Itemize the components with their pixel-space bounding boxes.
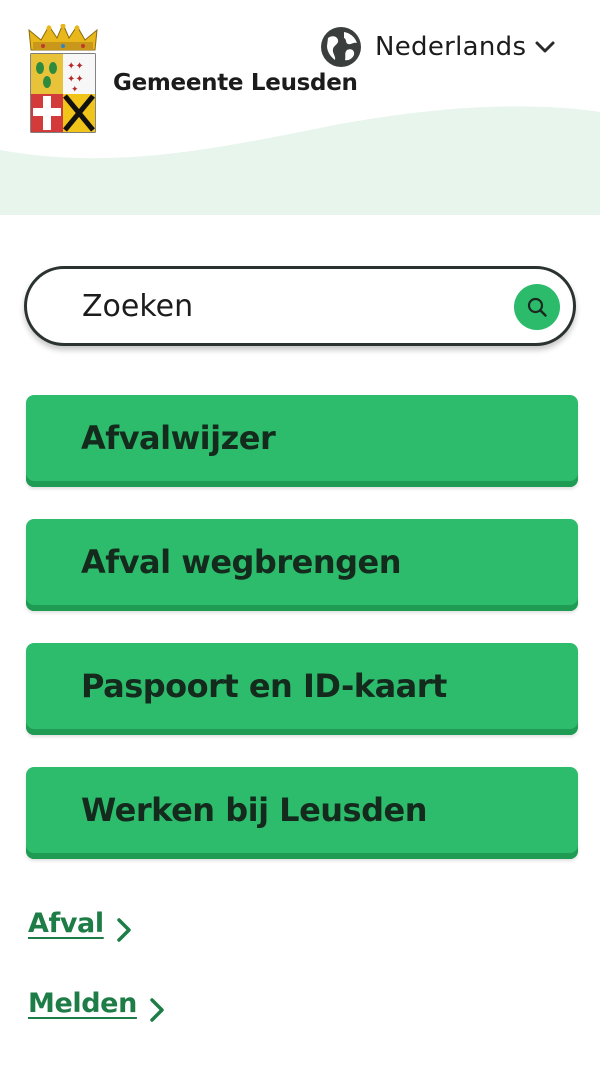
language-selector[interactable]: Nederlands [320,26,556,68]
tile-label: Paspoort en ID-kaart [81,667,447,705]
site-title[interactable]: Gemeente Leusden [113,70,358,96]
tile-label: Afvalwijzer [81,419,276,457]
chevron-right-icon [116,918,131,942]
tile-label: Werken bij Leusden [81,791,427,829]
search-input[interactable] [82,279,482,333]
svg-text:✦: ✦ [71,85,79,95]
tile-werken-bij-leusden[interactable]: Werken bij Leusden [26,767,578,859]
tile-afvalwijzer[interactable]: Afvalwijzer [26,395,578,487]
globe-icon [321,27,361,67]
tile-paspoort-en-id-kaart[interactable]: Paspoort en ID-kaart [26,643,578,735]
chevron-right-icon [150,998,164,1022]
chevron-down-icon [535,41,555,53]
search-button[interactable] [514,284,560,330]
link-melden[interactable]: Melden [28,982,167,1024]
svg-text:✦✦: ✦✦ [67,61,84,72]
search-icon [527,297,547,317]
tile-afval-wegbrengen[interactable]: Afval wegbrengen [26,519,578,611]
link-label: Afval [28,907,104,939]
site-header: ✦✦ ✦✦ ✦ Gemeente Leusden Nederlands [0,0,600,215]
link-afval[interactable]: Afval [28,902,134,944]
language-label: Nederlands [375,32,527,62]
tile-label: Afval wegbrengen [81,543,401,581]
link-label: Melden [28,987,137,1019]
svg-text:✦✦: ✦✦ [67,74,84,85]
search-bar [24,266,576,346]
coat-of-arms-logo[interactable]: ✦✦ ✦✦ ✦ [27,24,99,136]
